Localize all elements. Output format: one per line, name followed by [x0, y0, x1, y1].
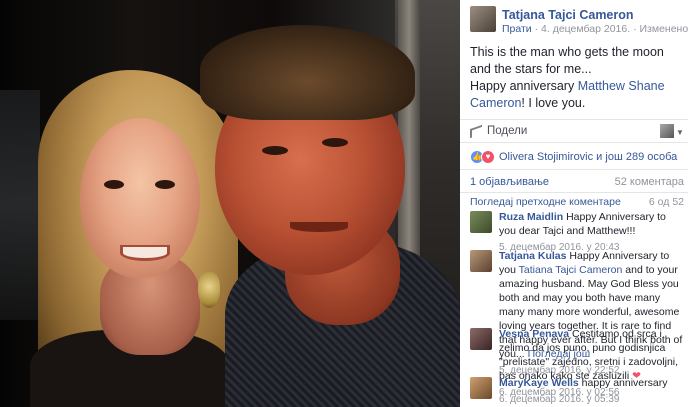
post-text: This is the man who gets the moon and th… [470, 44, 682, 112]
comment-text: happy anniversary [578, 377, 668, 389]
previous-comments: Погледај претходне коментаре 6 од 52 [470, 196, 684, 208]
follow-link[interactable]: Прати [502, 23, 532, 35]
commenter-name[interactable]: Ruza Maidlin [499, 211, 563, 223]
post-stats: 1 објављивање 52 коментара [470, 176, 684, 188]
commenter-name[interactable]: Vesna Penava [499, 328, 569, 340]
post-date[interactable]: 4. децембар 2016. [541, 23, 630, 35]
share-button[interactable]: Подели [470, 124, 528, 138]
text-segment: ! I love you. [521, 96, 586, 110]
comment-body: MaryKaye Wells happy anniversary 6. деце… [499, 376, 685, 407]
commenter-avatar[interactable] [470, 250, 492, 272]
commenter-avatar[interactable] [470, 377, 492, 399]
man-hair [200, 25, 415, 120]
author-name[interactable]: Tatjana Tajci Cameron [502, 8, 634, 22]
viewer-avatar[interactable] [660, 124, 674, 138]
woman-eye [104, 180, 124, 189]
author-avatar[interactable] [470, 6, 496, 32]
divider [460, 142, 688, 143]
commenter-avatar[interactable] [470, 211, 492, 233]
post-meta: Прати · 4. децембар 2016. · Изменено · [502, 23, 688, 35]
text-segment: Happy anniversary [470, 79, 578, 93]
shares-count[interactable]: 1 објављивање [470, 176, 549, 188]
post-text-line: Happy anniversary Matthew Shane Cameron!… [470, 78, 682, 112]
post-photo[interactable] [0, 0, 460, 407]
man-eye [322, 138, 348, 147]
commenter-name[interactable]: Tatjana Kulas [499, 250, 567, 262]
reactions-summary[interactable]: 👍 ♥ Olivera Stojimirovic и још 289 особа [470, 150, 677, 164]
man-smile [290, 222, 348, 232]
divider [460, 169, 688, 170]
woman-eye [155, 180, 175, 189]
share-icon [470, 124, 482, 138]
view-previous-comments-link[interactable]: Погледај претходне коментаре [470, 196, 621, 208]
commenter-name[interactable]: MaryKaye Wells [499, 377, 579, 389]
divider [460, 119, 688, 120]
share-label: Подели [487, 125, 528, 137]
earring [198, 272, 220, 308]
man-eye [262, 146, 288, 155]
comments-pager: 6 од 52 [648, 196, 684, 208]
background-window [0, 90, 40, 320]
chevron-down-icon[interactable]: ▼ [676, 128, 684, 137]
post-header: Tatjana Tajci Cameron Прати · 4. децемба… [470, 6, 688, 36]
mention-link[interactable]: Tatiana Tajci Cameron [519, 264, 623, 276]
comments-count[interactable]: 52 коментара [615, 176, 684, 188]
commenter-avatar[interactable] [470, 328, 492, 350]
post-sidebar: Tatjana Tajci Cameron Прати · 4. децемба… [460, 0, 688, 407]
comment-time[interactable]: 6. децембар 2016. у 05:39 [499, 393, 685, 407]
edited-label[interactable]: Изменено [639, 23, 688, 35]
divider [460, 192, 688, 193]
post-text-line: This is the man who gets the moon and th… [470, 45, 664, 76]
love-icon: ♥ [481, 150, 495, 164]
reactions-text: Olivera Stojimirovic и још 289 особа [499, 151, 678, 163]
woman-smile [120, 245, 170, 261]
